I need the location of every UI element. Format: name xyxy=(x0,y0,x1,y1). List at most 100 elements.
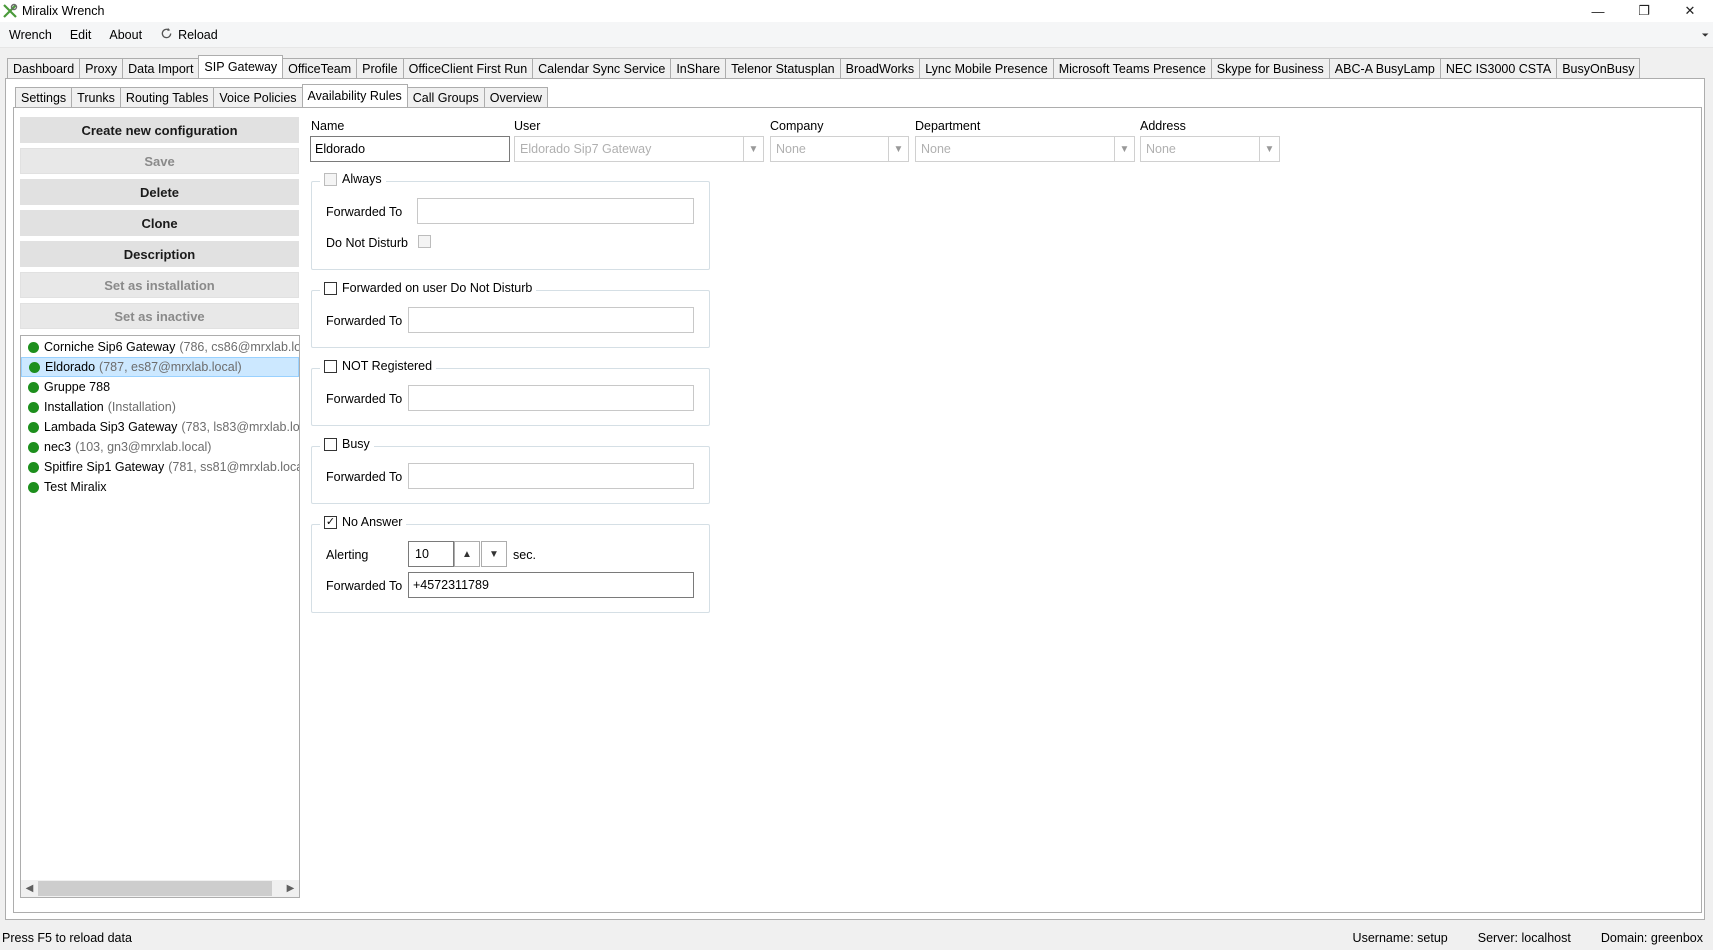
tab-broadworks[interactable]: BroadWorks xyxy=(839,58,921,78)
scroll-right-icon[interactable]: ▶ xyxy=(282,883,299,894)
list-item[interactable]: Lambada Sip3 Gateway (783, ls83@mrxlab.l… xyxy=(21,417,299,437)
scrollbar-thumb[interactable] xyxy=(38,881,272,896)
chevron-down-icon[interactable]: ▼ xyxy=(1114,137,1134,161)
tab-routing-tables[interactable]: Routing Tables xyxy=(119,87,215,107)
always-checkbox[interactable] xyxy=(324,172,337,186)
not-registered-forwarded-input[interactable] xyxy=(408,385,694,411)
list-item[interactable]: Gruppe 788 xyxy=(21,377,299,397)
company-select[interactable]: None ▼ xyxy=(770,136,909,162)
horizontal-scrollbar[interactable]: ◀ ▶ xyxy=(21,880,299,897)
no-answer-forwarded-input[interactable]: +4572311789 xyxy=(408,572,694,598)
always-title: Always xyxy=(342,172,382,186)
delete-button[interactable]: Delete xyxy=(20,179,299,205)
no-answer-checkbox[interactable]: ✓ xyxy=(324,515,337,529)
chevron-down-icon[interactable]: ▼ xyxy=(1259,137,1279,161)
chevron-down-icon[interactable]: ▼ xyxy=(743,137,763,161)
window-title: Miralix Wrench xyxy=(22,4,105,18)
tab-microsoft-teams-presence[interactable]: Microsoft Teams Presence xyxy=(1052,58,1212,78)
address-select[interactable]: None ▼ xyxy=(1140,136,1280,162)
set-as-inactive-button[interactable]: Set as inactive xyxy=(20,303,299,329)
dnd-forwarded-label: Forwarded To xyxy=(326,314,403,328)
tab-settings[interactable]: Settings xyxy=(15,87,73,107)
alerting-stepper-input[interactable]: 10 xyxy=(408,541,454,567)
busy-checkbox[interactable] xyxy=(324,437,337,451)
tab-officeclient-first-run[interactable]: OfficeClient First Run xyxy=(402,58,534,78)
list-item[interactable]: Corniche Sip6 Gateway (786, cs86@mrxlab.… xyxy=(21,337,299,357)
scroll-left-icon[interactable]: ◀ xyxy=(21,883,38,894)
chevron-down-icon[interactable]: ▼ xyxy=(888,137,908,161)
list-item[interactable]: Spitfire Sip1 Gateway (781, ss81@mrxlab.… xyxy=(21,457,299,477)
list-item[interactable]: nec3 (103, gn3@mrxlab.local) xyxy=(21,437,299,457)
list-item-meta: (787, es87@mrxlab.local) xyxy=(99,360,242,374)
tab-lync-mobile-presence[interactable]: Lync Mobile Presence xyxy=(919,58,1054,78)
minimize-button[interactable]: — xyxy=(1575,0,1621,22)
do-not-disturb-checkbox[interactable] xyxy=(418,235,431,248)
list-item-selected[interactable]: Eldorado (787, es87@mrxlab.local) xyxy=(21,357,299,377)
name-input[interactable]: Eldorado xyxy=(310,136,510,162)
menu-edit[interactable]: Edit xyxy=(61,22,101,48)
tab-availability-rules[interactable]: Availability Rules xyxy=(301,84,408,107)
list-item-name: nec3 xyxy=(44,440,72,454)
dnd-forward-checkbox[interactable] xyxy=(324,281,337,295)
list-item[interactable]: Installation (Installation) xyxy=(21,397,299,417)
configuration-list[interactable]: Corniche Sip6 Gateway (786, cs86@mrxlab.… xyxy=(20,335,300,898)
user-select-value: Eldorado Sip7 Gateway xyxy=(520,142,652,156)
set-as-installation-button[interactable]: Set as installation xyxy=(20,272,299,298)
tab-dashboard[interactable]: Dashboard xyxy=(7,58,81,78)
tab-inshare[interactable]: InShare xyxy=(670,58,727,78)
tab-data-import[interactable]: Data Import xyxy=(122,58,200,78)
status-dot-icon xyxy=(29,361,40,373)
create-configuration-button[interactable]: Create new configuration xyxy=(20,117,299,143)
dnd-forwarded-input[interactable] xyxy=(408,307,694,333)
busy-forwarded-label: Forwarded To xyxy=(326,470,403,484)
close-button[interactable]: ✕ xyxy=(1667,0,1713,22)
status-dot-icon xyxy=(28,441,39,453)
restore-button[interactable]: ❐ xyxy=(1621,0,1667,22)
tab-calendar-sync-service[interactable]: Calendar Sync Service xyxy=(532,58,672,78)
menu-wrench[interactable]: Wrench xyxy=(0,22,61,48)
clone-button[interactable]: Clone xyxy=(20,210,299,236)
save-button[interactable]: Save xyxy=(20,148,299,174)
tab-nec-is3000-csta[interactable]: NEC IS3000 CSTA xyxy=(1439,58,1558,78)
tab-sip-gateway[interactable]: SIP Gateway xyxy=(198,55,284,78)
always-forwarded-label: Forwarded To xyxy=(326,205,403,219)
tab-voice-policies[interactable]: Voice Policies xyxy=(213,87,303,107)
tab-skype-for-business[interactable]: Skype for Business xyxy=(1210,58,1330,78)
tab-profile[interactable]: Profile xyxy=(356,58,404,78)
department-select[interactable]: None ▼ xyxy=(915,136,1135,162)
user-select[interactable]: Eldorado Sip7 Gateway ▼ xyxy=(514,136,764,162)
reload-label: Reload xyxy=(178,27,218,42)
company-label: Company xyxy=(770,119,824,133)
menu-about[interactable]: About xyxy=(100,22,151,48)
stepper-up-icon[interactable]: ▲ xyxy=(454,541,480,567)
status-server: Server: localhost xyxy=(1477,931,1571,945)
tab-overview[interactable]: Overview xyxy=(483,87,548,107)
list-item-meta: (Installation) xyxy=(107,400,176,414)
status-dot-icon xyxy=(28,401,39,413)
tab-officeteam[interactable]: OfficeTeam xyxy=(282,58,358,78)
tab-telenor-statusplan[interactable]: Telenor Statusplan xyxy=(725,58,841,78)
address-label: Address xyxy=(1140,119,1186,133)
no-answer-forwarded-label: Forwarded To xyxy=(326,579,403,593)
tab-proxy[interactable]: Proxy xyxy=(79,58,124,78)
reload-button[interactable]: Reload xyxy=(151,22,227,48)
list-item-name: Installation xyxy=(44,400,104,414)
not-registered-checkbox[interactable] xyxy=(324,359,337,373)
tab-busyonbusy[interactable]: BusyOnBusy xyxy=(1556,58,1641,78)
menu-bar: Wrench Edit About Reload ⏷ xyxy=(0,22,1713,48)
list-item-meta: (781, ss81@mrxlab.local) xyxy=(168,460,300,474)
tab-abc-a-busylamp[interactable]: ABC-A BusyLamp xyxy=(1328,58,1441,78)
tab-call-groups[interactable]: Call Groups xyxy=(406,87,485,107)
address-select-value: None xyxy=(1146,142,1176,156)
list-item[interactable]: Test Miralix xyxy=(21,477,299,497)
list-item-name: Corniche Sip6 Gateway xyxy=(44,340,176,354)
user-label: User xyxy=(514,119,541,133)
stepper-down-icon[interactable]: ▼ xyxy=(481,541,507,567)
description-button[interactable]: Description xyxy=(20,241,299,267)
always-forwarded-input[interactable] xyxy=(417,198,694,224)
no-answer-group: ✓ No Answer xyxy=(311,515,710,613)
busy-forwarded-input[interactable] xyxy=(408,463,694,489)
tab-trunks[interactable]: Trunks xyxy=(71,87,121,107)
overflow-icon[interactable]: ⏷ xyxy=(1702,30,1709,41)
name-label: Name xyxy=(311,119,345,133)
